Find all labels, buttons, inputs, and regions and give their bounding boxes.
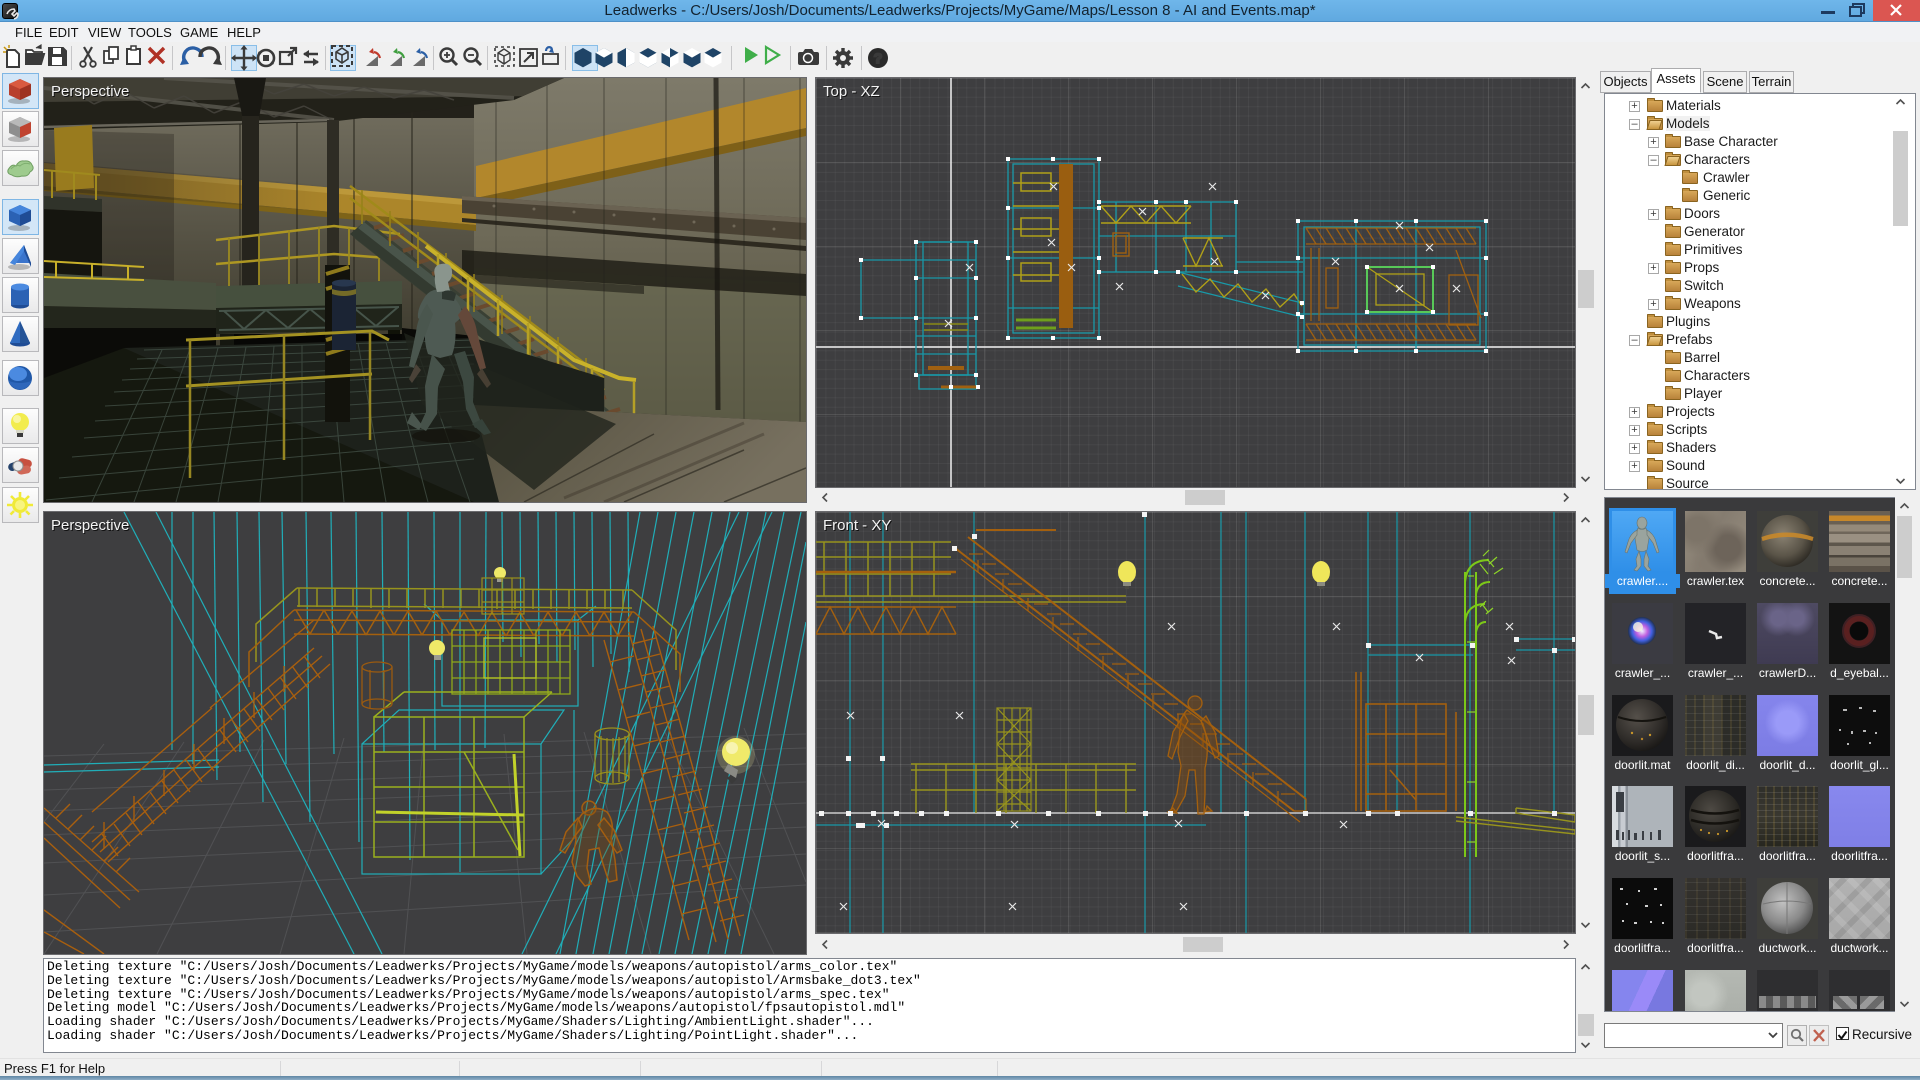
svg-text:?: ? [874,50,883,66]
